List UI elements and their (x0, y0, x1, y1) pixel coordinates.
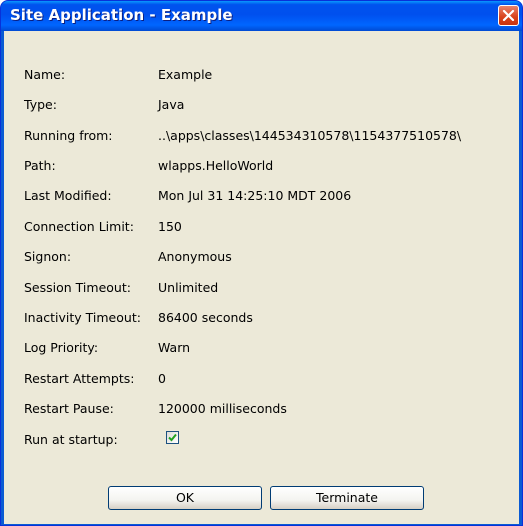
ok-button[interactable]: OK (108, 486, 262, 510)
field-label: Restart Pause: (24, 401, 114, 416)
field-label: Inactivity Timeout: (24, 310, 141, 325)
field-value: 150 (158, 219, 182, 234)
field-value: 0 (158, 371, 166, 386)
field-row-last-modified: Last Modified: Mon Jul 31 14:25:10 MDT 2… (4, 186, 519, 206)
field-row-inactivity-timeout: Inactivity Timeout: 86400 seconds (4, 308, 519, 328)
close-icon (502, 9, 515, 22)
field-value: wlapps.HelloWorld (158, 158, 274, 173)
field-label: Log Priority: (24, 340, 99, 355)
field-label: Type: (24, 97, 57, 112)
field-label: Path: (24, 158, 56, 173)
terminate-button[interactable]: Terminate (270, 486, 424, 510)
field-row-signon: Signon: Anonymous (4, 247, 519, 267)
field-label: Signon: (24, 249, 72, 264)
field-row-connection-limit: Connection Limit: 150 (4, 217, 519, 237)
field-row-restart-attempts: Restart Attempts: 0 (4, 369, 519, 389)
title-bar[interactable]: Site Application - Example (1, 1, 522, 31)
dialog-window: Site Application - Example Name: Example… (0, 0, 523, 526)
field-value: ..\apps\classes\144534310578\11543775105… (158, 128, 462, 143)
window-title: Site Application - Example (10, 6, 233, 24)
checkmark-icon (168, 433, 177, 442)
field-row-name: Name: Example (4, 65, 519, 85)
field-row-type: Type: Java (4, 95, 519, 115)
field-row-path: Path: wlapps.HelloWorld (4, 156, 519, 176)
field-value: Anonymous (158, 249, 232, 264)
close-button[interactable] (498, 5, 519, 26)
field-row-running-from: Running from: ..\apps\classes\1445343105… (4, 126, 519, 146)
field-value: Example (158, 67, 213, 82)
field-value: Java (158, 97, 185, 112)
field-row-run-at-startup: Run at startup: (4, 430, 519, 450)
field-label: Connection Limit: (24, 219, 134, 234)
field-value: 86400 seconds (158, 310, 253, 325)
run-at-startup-checkbox[interactable] (166, 431, 179, 444)
field-label: Session Timeout: (24, 280, 131, 295)
field-label: Name: (24, 67, 66, 82)
field-row-session-timeout: Session Timeout: Unlimited (4, 278, 519, 298)
field-row-restart-pause: Restart Pause: 120000 milliseconds (4, 399, 519, 419)
field-value: 120000 milliseconds (158, 401, 287, 416)
field-row-log-priority: Log Priority: Warn (4, 338, 519, 358)
field-label: Last Modified: (24, 188, 112, 203)
field-value: Warn (158, 340, 191, 355)
run-at-startup-label: Run at startup: (24, 432, 118, 447)
field-label: Restart Attempts: (24, 371, 135, 386)
field-value: Unlimited (158, 280, 219, 295)
field-label: Running from: (24, 128, 113, 143)
field-value: Mon Jul 31 14:25:10 MDT 2006 (158, 188, 352, 203)
dialog-body: Name: Example Type: Java Running from: .… (4, 31, 519, 524)
